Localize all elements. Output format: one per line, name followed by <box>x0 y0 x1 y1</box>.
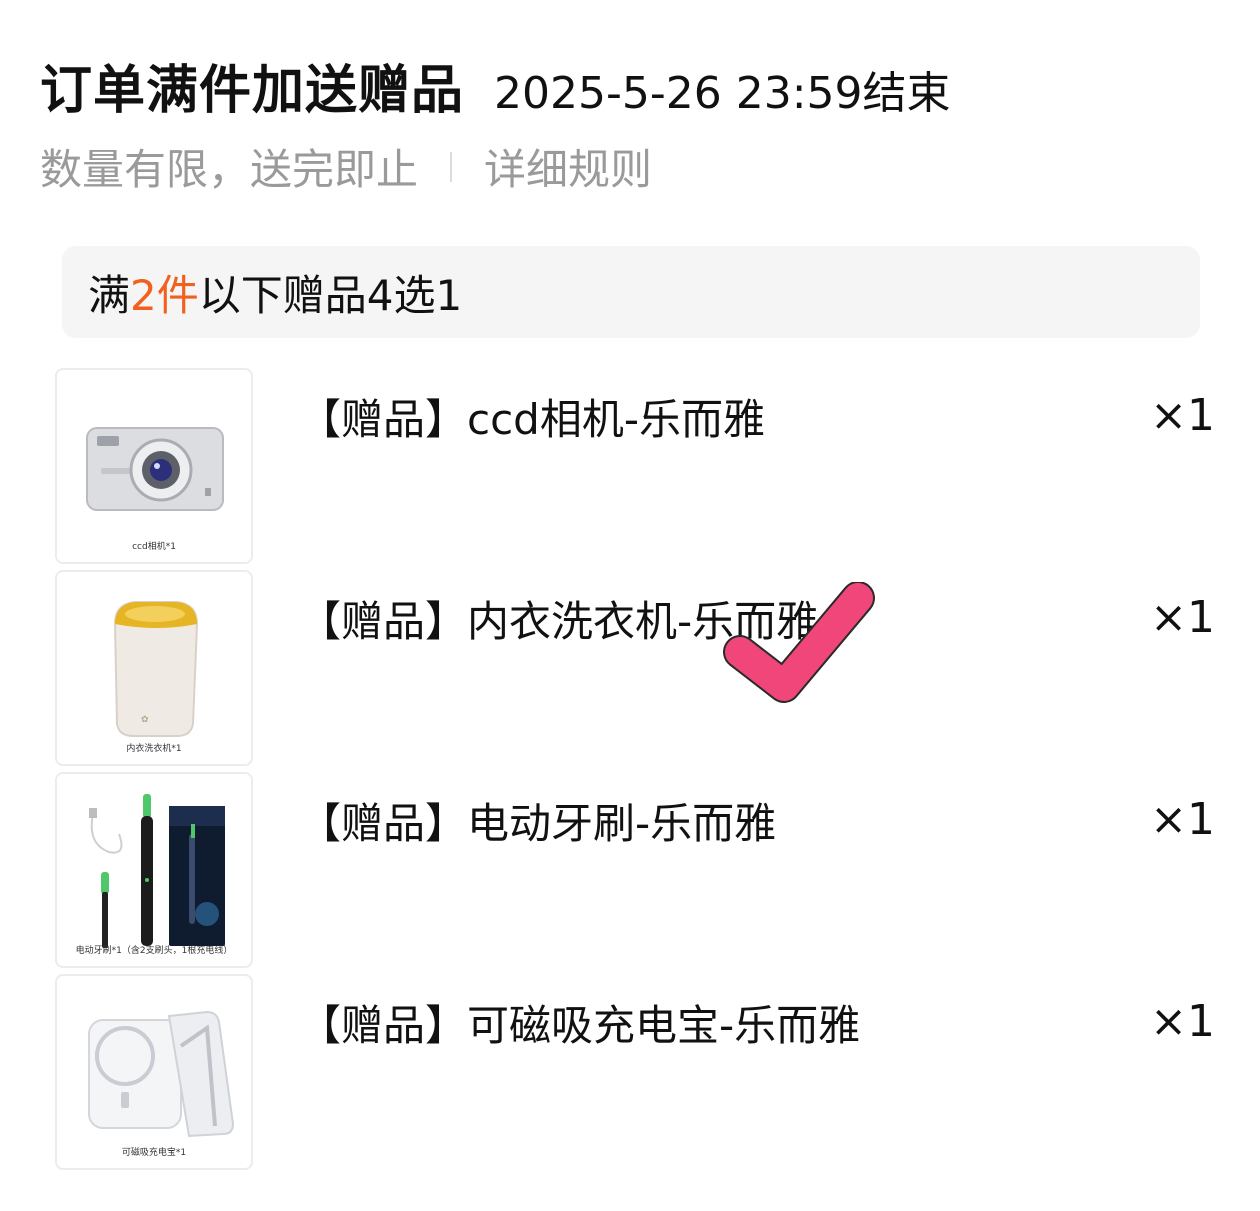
thumb-caption: 电动牙刷*1（含2支刷头，1根充电线） <box>75 946 233 956</box>
header: 订单满件加送赠品 2025-5-26 23:59结束 <box>40 48 951 123</box>
gift-row[interactable]: 可磁吸充电宝*1 【赠品】可磁吸充电宝-乐而雅 ×1 <box>55 974 1215 1176</box>
limit-text: 数量有限，送完即止 <box>40 145 419 194</box>
gift-name: 【赠品】可磁吸充电宝-乐而雅 <box>299 1001 861 1050</box>
tier-highlight: 2件 <box>130 270 199 320</box>
gift-list: ccd相机*1 【赠品】ccd相机-乐而雅 ×1 ✿ 内衣洗衣机*1 【赠品】内… <box>55 368 1215 1176</box>
pink-checkmark-icon <box>723 582 875 703</box>
tier-prefix: 满 <box>88 270 131 320</box>
gift-quantity: ×1 <box>1150 794 1215 845</box>
mini-washer-image: ✿ 内衣洗衣机*1 <box>55 570 253 766</box>
power-bank-image: 可磁吸充电宝*1 <box>55 974 253 1170</box>
toothbrush-image: 电动牙刷*1（含2支刷头，1根充电线） <box>55 772 253 968</box>
page-title: 订单满件加送赠品 <box>40 61 465 121</box>
camera-image: ccd相机*1 <box>55 368 253 564</box>
gift-quantity: ×1 <box>1150 390 1215 441</box>
thumb-caption: ccd相机*1 <box>132 542 176 552</box>
thumb-caption: 内衣洗衣机*1 <box>126 744 182 754</box>
svg-text:✿: ✿ <box>141 715 149 725</box>
gift-row[interactable]: ✿ 内衣洗衣机*1 【赠品】内衣洗衣机-乐而雅 ×1 <box>55 570 1215 772</box>
subline: 数量有限，送完即止 详细规则 <box>40 136 652 197</box>
gift-name: 【赠品】ccd相机-乐而雅 <box>299 395 765 444</box>
divider <box>450 151 453 182</box>
tier-suffix: 以下赠品4选1 <box>198 270 463 320</box>
gift-name: 【赠品】电动牙刷-乐而雅 <box>299 799 777 848</box>
thumb-caption: 可磁吸充电宝*1 <box>121 1148 187 1158</box>
deadline-text: 2025-5-26 23:59结束 <box>494 68 951 119</box>
gift-row[interactable]: 电动牙刷*1（含2支刷头，1根充电线） 【赠品】电动牙刷-乐而雅 ×1 <box>55 772 1215 974</box>
gift-quantity: ×1 <box>1150 592 1215 643</box>
gift-quantity: ×1 <box>1150 996 1215 1047</box>
rules-link[interactable]: 详细规则 <box>484 136 652 197</box>
tier-bar: 满 2件 以下赠品4选1 <box>62 246 1200 338</box>
gift-row[interactable]: ccd相机*1 【赠品】ccd相机-乐而雅 ×1 <box>55 368 1215 570</box>
